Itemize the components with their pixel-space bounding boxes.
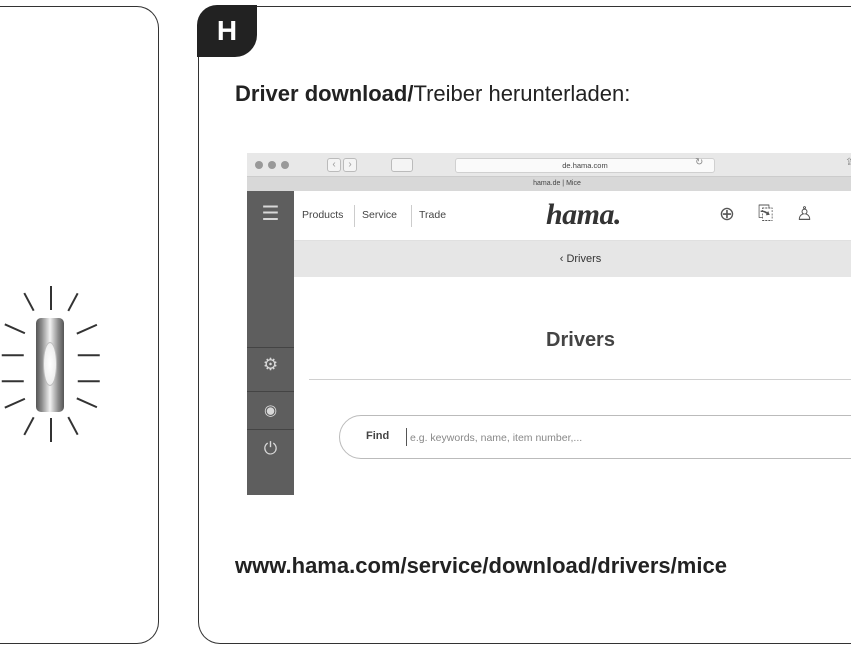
light-ray bbox=[23, 292, 35, 312]
download-url: www.hama.com/service/download/drivers/mi… bbox=[235, 553, 727, 578]
light-ray bbox=[76, 323, 98, 335]
menu-icon[interactable]: ☰ bbox=[247, 201, 294, 226]
sidebar-divider bbox=[247, 391, 294, 392]
site-navigation: Products Service Trade hama. ⊕ ⎘ ♙ bbox=[294, 191, 851, 241]
browser-tab[interactable]: hama.de | Mice bbox=[247, 177, 851, 191]
section-heading: Driver download/Treiber herunterladen: bbox=[235, 81, 630, 107]
clipboard-icon[interactable]: ⎘ bbox=[758, 203, 773, 225]
heading-english: Driver download bbox=[235, 81, 408, 106]
breadcrumb[interactable]: ‹ Drivers bbox=[294, 241, 851, 277]
light-ray bbox=[76, 397, 98, 409]
nav-service[interactable]: Service bbox=[362, 209, 397, 221]
search-box[interactable]: Find bbox=[339, 415, 851, 459]
back-button[interactable]: ‹ bbox=[327, 158, 341, 172]
sidebar-toggle-button[interactable] bbox=[391, 158, 413, 172]
eye-icon[interactable]: ◉ bbox=[247, 401, 294, 419]
globe-icon[interactable]: ⊕ bbox=[719, 203, 735, 226]
window-control-icon[interactable] bbox=[268, 161, 276, 169]
content-divider bbox=[309, 379, 851, 380]
power-icon[interactable]: ⏻ bbox=[247, 439, 294, 459]
share-icon[interactable]: ⇪ bbox=[845, 157, 851, 168]
light-ray bbox=[23, 416, 35, 436]
address-bar[interactable]: de.hama.com bbox=[455, 158, 715, 173]
nav-separator bbox=[354, 205, 355, 227]
nav-separator bbox=[411, 205, 412, 227]
sidebar-divider bbox=[247, 347, 294, 348]
find-label: Find bbox=[366, 430, 390, 442]
page-title: Drivers bbox=[546, 329, 615, 351]
light-ray bbox=[4, 323, 26, 335]
nav-trade[interactable]: Trade bbox=[419, 209, 446, 221]
hama-logo[interactable]: hama. bbox=[546, 198, 622, 232]
site-sidebar: ☰ ⚙ ◉ ⏻ bbox=[247, 191, 294, 495]
window-control-icon[interactable] bbox=[255, 161, 263, 169]
sidebar-divider bbox=[247, 429, 294, 430]
light-ray bbox=[67, 292, 79, 312]
text-caret bbox=[406, 428, 407, 446]
browser-window: ‹ › de.hama.com ↻ ⇪ hama.de | Mice ☰ ⚙ ◉… bbox=[247, 153, 851, 495]
light-ray bbox=[1, 354, 24, 356]
window-control-icon[interactable] bbox=[281, 161, 289, 169]
reload-icon[interactable]: ↻ bbox=[695, 157, 703, 168]
nav-products[interactable]: Products bbox=[302, 209, 343, 221]
left-panel bbox=[0, 6, 159, 644]
forward-button[interactable]: › bbox=[343, 158, 357, 172]
settings-icon[interactable]: ⚙ bbox=[247, 355, 294, 375]
step-badge: H bbox=[197, 5, 257, 57]
light-ray bbox=[50, 286, 52, 310]
led-light-icon bbox=[0, 284, 103, 444]
light-ray bbox=[67, 416, 79, 436]
light-ray bbox=[77, 380, 100, 382]
browser-titlebar: ‹ › de.hama.com ↻ ⇪ bbox=[247, 153, 851, 177]
search-input[interactable] bbox=[410, 428, 850, 448]
led-glow bbox=[43, 342, 57, 386]
light-ray bbox=[4, 397, 26, 409]
user-icon[interactable]: ♙ bbox=[796, 203, 813, 226]
light-ray bbox=[77, 354, 100, 356]
light-ray bbox=[50, 418, 52, 442]
instruction-panel: H Driver download/Treiber herunterladen:… bbox=[197, 5, 851, 644]
light-ray bbox=[1, 380, 24, 382]
heading-german: Treiber herunterladen: bbox=[413, 81, 631, 106]
